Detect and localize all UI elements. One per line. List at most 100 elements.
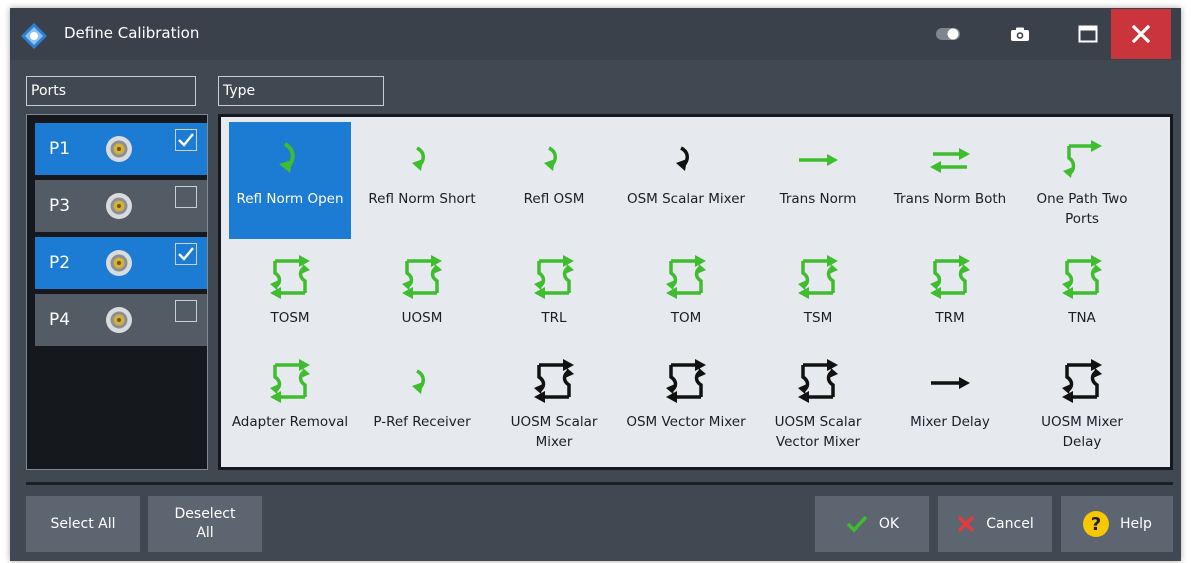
- rohde-schwarz-logo-icon: [21, 23, 47, 49]
- deselect-all-button[interactable]: Deselect All: [148, 496, 262, 552]
- type-label: Type: [218, 76, 384, 106]
- button-separator: [26, 482, 1173, 485]
- ports-list: P1 P3 P2 P4: [26, 114, 208, 470]
- maximize-icon: [1078, 25, 1098, 43]
- uosm-scalar-vector-mixer-icon: [798, 359, 838, 403]
- port-item-p1[interactable]: P1: [35, 123, 207, 175]
- toggle-icon: [936, 28, 960, 40]
- maximize-button[interactable]: [1068, 8, 1108, 60]
- type-tosm[interactable]: TOSM: [229, 241, 351, 358]
- type-adapter-removal[interactable]: Adapter Removal: [229, 345, 351, 462]
- close-icon: [1132, 25, 1150, 43]
- type-osm-scalar-mixer[interactable]: OSM Scalar Mixer: [625, 122, 747, 239]
- type-mixer-delay[interactable]: Mixer Delay: [889, 345, 1011, 462]
- p-ref-receiver-icon: [412, 369, 425, 394]
- tna-icon: [1062, 255, 1102, 299]
- mixer-delay-icon: [931, 377, 970, 389]
- type-label: TOM: [670, 310, 702, 326]
- type-trans-norm[interactable]: Trans Norm: [757, 122, 879, 239]
- title-bar: Define Calibration: [10, 8, 1181, 60]
- help-button[interactable]: ? Help: [1061, 496, 1173, 552]
- type-label: Adapter Removal: [231, 414, 349, 430]
- connector-icon: [106, 307, 132, 333]
- cancel-x-icon: [956, 514, 976, 534]
- port-checkbox[interactable]: [175, 186, 197, 208]
- port-name: P2: [49, 253, 71, 273]
- type-label: TNA: [1068, 310, 1096, 326]
- port-checkbox[interactable]: [175, 129, 197, 151]
- type-label: Trans Norm: [779, 191, 857, 207]
- type-uosm[interactable]: UOSM: [361, 241, 483, 358]
- type-label: Trans Norm Both: [893, 191, 1007, 207]
- port-name: P3: [49, 196, 71, 216]
- type-p-ref-receiver[interactable]: P-Ref Receiver: [361, 345, 483, 462]
- type-refl-osm[interactable]: Refl OSM: [493, 122, 615, 239]
- type-trans-norm-both[interactable]: Trans Norm Both: [889, 122, 1011, 239]
- type-label: Refl Norm Open: [236, 191, 344, 207]
- tosm-icon: [270, 255, 310, 299]
- camera-icon: [1011, 27, 1029, 41]
- type-label: UOSM Scalar Vector Mixer: [774, 414, 862, 450]
- tsm-icon: [798, 255, 838, 299]
- type-trm[interactable]: TRM: [889, 241, 1011, 358]
- port-item-p2[interactable]: P2: [35, 237, 207, 289]
- type-label: TRM: [935, 310, 965, 326]
- type-label: OSM Vector Mixer: [626, 414, 746, 430]
- type-label: Refl OSM: [523, 191, 585, 207]
- select-all-label: Select All: [50, 515, 116, 532]
- type-uosm-scalar-vector-mixer[interactable]: UOSM Scalar Vector Mixer: [757, 345, 879, 462]
- type-osm-vector-mixer[interactable]: OSM Vector Mixer: [625, 345, 747, 462]
- type-label: UOSM Mixer Delay: [1041, 414, 1123, 450]
- refl-osm-icon: [544, 146, 557, 171]
- type-label: P-Ref Receiver: [373, 414, 471, 430]
- refl-norm-short-icon: [412, 146, 425, 171]
- osm-vector-mixer-icon: [666, 359, 706, 403]
- type-tom[interactable]: TOM: [625, 241, 747, 358]
- type-tna[interactable]: TNA: [1021, 241, 1143, 358]
- screenshot-button[interactable]: [1000, 8, 1040, 60]
- calibration-type-grid: Refl Norm Open Refl Norm Short Refl OSM …: [218, 114, 1173, 470]
- port-name: P1: [49, 139, 71, 159]
- type-label: TRL: [541, 310, 567, 326]
- uosm-mixer-delay-icon: [1062, 359, 1102, 403]
- connector-icon: [106, 250, 132, 276]
- ports-label: Ports: [26, 76, 196, 106]
- trans-norm-both-icon: [930, 148, 970, 173]
- type-label: One Path Two Ports: [1036, 191, 1128, 227]
- close-button[interactable]: [1111, 9, 1171, 59]
- transparency-toggle[interactable]: [928, 8, 968, 60]
- trl-icon: [534, 255, 574, 299]
- select-all-button[interactable]: Select All: [26, 496, 140, 552]
- port-name: P4: [49, 310, 71, 330]
- connector-icon: [106, 193, 132, 219]
- deselect-all-label: Deselect All: [174, 506, 236, 541]
- type-label: Mixer Delay: [910, 414, 990, 430]
- type-refl-norm-open[interactable]: Refl Norm Open: [229, 122, 351, 239]
- ok-button[interactable]: OK: [815, 496, 929, 552]
- cancel-button[interactable]: Cancel: [938, 496, 1052, 552]
- type-trl[interactable]: TRL: [493, 241, 615, 358]
- port-item-p4[interactable]: P4: [35, 294, 207, 346]
- osm-scalar-mixer-icon: [676, 146, 689, 171]
- type-uosm-scalar-mixer[interactable]: UOSM Scalar Mixer: [493, 345, 615, 462]
- connector-icon: [106, 136, 132, 162]
- ok-label: OK: [878, 515, 900, 532]
- type-refl-norm-short[interactable]: Refl Norm Short: [361, 122, 483, 239]
- svg-text:?: ?: [1091, 514, 1101, 535]
- type-label: Refl Norm Short: [368, 191, 476, 207]
- adapter-removal-icon: [270, 359, 310, 403]
- port-checkbox[interactable]: [175, 300, 197, 322]
- trm-icon: [930, 255, 970, 299]
- dialog-title: Define Calibration: [64, 24, 200, 42]
- port-item-p3[interactable]: P3: [35, 180, 207, 232]
- type-tsm[interactable]: TSM: [757, 241, 879, 358]
- type-label: TSM: [803, 310, 833, 326]
- help-icon: ?: [1082, 510, 1110, 538]
- trans-norm-icon: [799, 154, 838, 166]
- type-one-path-two-ports[interactable]: One Path Two Ports: [1021, 122, 1143, 239]
- uosm-icon: [402, 255, 442, 299]
- port-checkbox[interactable]: [175, 243, 197, 265]
- help-label: Help: [1120, 515, 1152, 532]
- refl-norm-open-icon: [279, 142, 295, 173]
- type-uosm-mixer-delay[interactable]: UOSM Mixer Delay: [1021, 345, 1143, 462]
